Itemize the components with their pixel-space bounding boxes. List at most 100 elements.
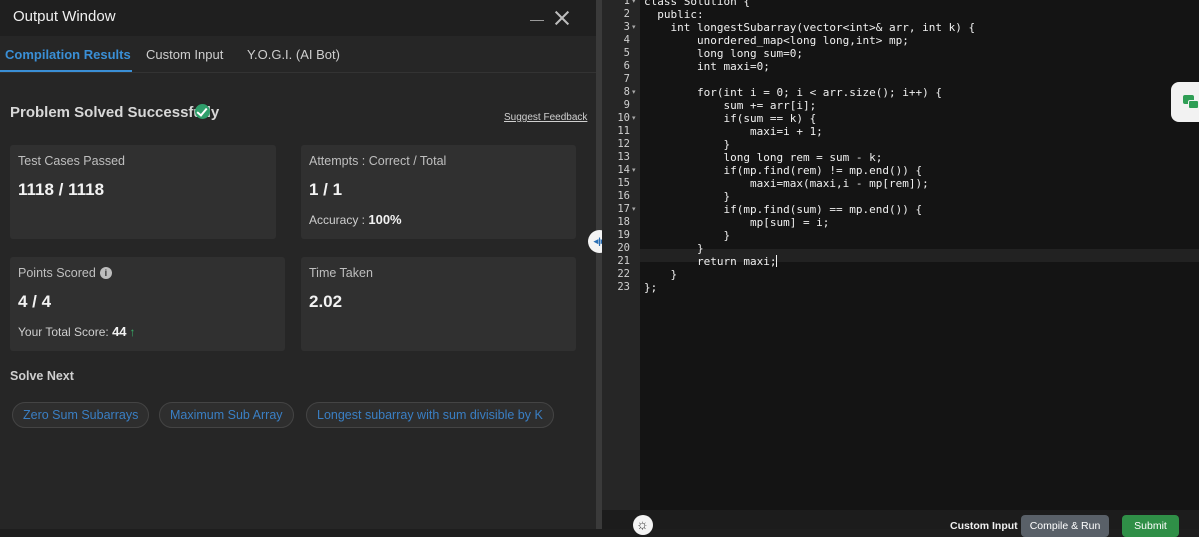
code-text: maxi=max(maxi,i - mp[rem]); (644, 177, 929, 190)
fold-toggle-icon[interactable]: ▾ (632, 0, 636, 8)
code-line[interactable]: int longestSubarray(vector<int>& arr, in… (644, 21, 975, 34)
code-line[interactable]: long long sum=0; (644, 47, 803, 60)
time-card: Time Taken 2.02 (301, 257, 576, 351)
tab-yogi-ai-bot[interactable]: Y.O.G.I. (AI Bot) (247, 47, 340, 62)
code-text: return maxi; (644, 255, 777, 268)
line-number: 14 (617, 164, 630, 176)
active-tab-indicator (0, 70, 132, 72)
code-line[interactable]: if(sum == k) { (644, 112, 816, 125)
test-cases-card: Test Cases Passed 1118 / 1118 (10, 145, 276, 239)
fold-toggle-icon[interactable]: ▾ (632, 203, 636, 216)
code-line[interactable]: public: (644, 8, 703, 21)
code-text: mp[sum] = i; (644, 216, 830, 229)
accuracy-row: Accuracy : 100% (309, 212, 402, 227)
points-label-row: Points Scored i (18, 266, 112, 280)
test-cases-value: 1118 / 1118 (18, 180, 105, 199)
fold-toggle-icon[interactable]: ▾ (632, 164, 636, 177)
status-heading: Problem Solved Successfully (10, 104, 220, 121)
code-text: sum += arr[i]; (644, 99, 817, 112)
line-number: 15 (617, 177, 630, 189)
code-line[interactable]: } (644, 268, 677, 281)
line-number: 20 (617, 242, 630, 254)
line-number-gutter: 1 ▾ 2 3 ▾ 4 5 6 7 8 ▾ 9 10 ▾ 11 12 13 14 ▾ 15 16 17 ▾ 18 19 20 21 2… (602, 0, 640, 510)
code-line[interactable]: class Solution { (644, 0, 750, 8)
line-number: 16 (617, 190, 630, 202)
solve-next-chip-longest-divisible[interactable]: Longest subarray with sum divisible by K (306, 402, 554, 428)
line-number: 6 (623, 60, 630, 72)
code-text: } (644, 229, 731, 242)
code-line[interactable]: }; (644, 281, 657, 294)
line-number: 13 (617, 151, 630, 163)
output-window-title: Output Window (13, 8, 116, 25)
line-number: 8 (623, 86, 630, 98)
solve-next-chip-zero-sum[interactable]: Zero Sum Subarrays (12, 402, 150, 428)
theme-toggle-icon[interactable] (633, 515, 653, 535)
info-icon[interactable]: i (99, 267, 112, 279)
code-text: } (644, 190, 731, 203)
line-number: 23 (617, 281, 630, 293)
submit-button[interactable]: Submit (1122, 515, 1179, 537)
tab-compilation-results[interactable]: Compilation Results (5, 47, 131, 62)
code-line[interactable]: mp[sum] = i; (644, 216, 829, 229)
custom-input-button[interactable]: Custom Input (950, 520, 1018, 532)
code-text: long long sum=0; (644, 47, 803, 60)
suggest-feedback-link[interactable]: Suggest Feedback (504, 112, 587, 123)
code-line[interactable]: } (644, 229, 730, 242)
minimize-icon[interactable] (530, 20, 544, 21)
fold-toggle-icon[interactable]: ▾ (632, 21, 636, 34)
code-text: } (644, 242, 704, 255)
code-line[interactable]: } (644, 242, 704, 255)
code-line[interactable]: int maxi=0; (644, 60, 770, 73)
arrow-up-icon: ↑ (129, 325, 136, 339)
solve-next-chip-max-subarray[interactable]: Maximum Sub Array (159, 402, 294, 428)
output-window-titlebar: Output Window (0, 0, 596, 36)
code-line[interactable]: return maxi; (644, 255, 778, 268)
test-cases-label: Test Cases Passed (18, 154, 125, 168)
compile-run-button[interactable]: Compile & Run (1021, 515, 1109, 537)
line-number: 19 (617, 229, 630, 241)
code-text: } (644, 138, 731, 151)
line-number: 21 (617, 255, 630, 267)
code-text: for(int i = 0; i < arr.size(); i++) { (644, 86, 943, 99)
output-window: Output Window Compilation Results Custom… (0, 0, 596, 529)
fold-toggle-icon[interactable]: ▾ (632, 112, 636, 125)
line-number: 11 (617, 125, 630, 137)
line-number: 7 (623, 73, 630, 85)
code-editor[interactable]: 1 ▾ 2 3 ▾ 4 5 6 7 8 ▾ 9 10 ▾ 11 12 13 14 ▾ 15 16 17 ▾ 18 19 20 21 2… (602, 0, 1199, 529)
line-number: 3 (623, 21, 630, 33)
code-line[interactable]: } (644, 138, 730, 151)
accuracy-label: Accuracy : (309, 213, 366, 227)
code-line[interactable]: if(mp.find(sum) == mp.end()) { (644, 203, 922, 216)
line-number: 12 (617, 138, 630, 150)
code-line[interactable]: sum += arr[i]; (644, 99, 816, 112)
code-area[interactable]: class Solution { public: int longestSuba… (640, 0, 1199, 510)
points-card: Points Scored i 4 / 4 Your Total Score: 4… (10, 257, 285, 351)
code-text: if(mp.find(sum) == mp.end()) { (644, 203, 923, 216)
code-line[interactable]: maxi=i + 1; (644, 125, 823, 138)
check-circle-icon (195, 104, 210, 119)
line-number: 1 (623, 0, 630, 7)
code-line[interactable]: if(mp.find(rem) != mp.end()) { (644, 164, 922, 177)
time-value: 2.02 (309, 292, 343, 311)
chat-bubble-icon[interactable] (1171, 82, 1199, 122)
line-number: 17 (617, 203, 630, 215)
output-tabs: Compilation Results Custom Input Y.O.G.I… (0, 36, 596, 73)
line-number: 4 (623, 34, 630, 46)
code-line[interactable]: unordered_map<long long,int> mp; (644, 34, 909, 47)
line-number: 10 (617, 112, 630, 124)
line-number: 5 (623, 47, 630, 59)
code-line[interactable]: long long rem = sum - k; (644, 151, 882, 164)
total-score-row: Your Total Score: 44 ↑ (18, 324, 136, 339)
line-number: 22 (617, 268, 630, 280)
tab-custom-input[interactable]: Custom Input (146, 47, 223, 62)
close-icon[interactable] (552, 8, 572, 28)
points-label: Points Scored (18, 266, 96, 280)
code-text: } (644, 268, 678, 281)
code-line[interactable]: } (644, 190, 730, 203)
editor-bottom-bar: Custom Input Compile & Run Submit (602, 510, 1199, 537)
fold-toggle-icon[interactable]: ▾ (632, 86, 636, 99)
code-line[interactable]: for(int i = 0; i < arr.size(); i++) { (644, 86, 942, 99)
code-text: class Solution { (644, 0, 750, 8)
code-line[interactable]: maxi=max(maxi,i - mp[rem]); (644, 177, 929, 190)
code-text: maxi=i + 1; (644, 125, 823, 138)
